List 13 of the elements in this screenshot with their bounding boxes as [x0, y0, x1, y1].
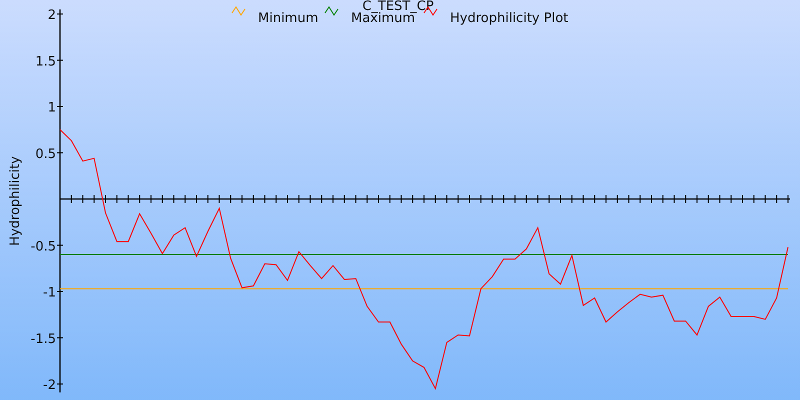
tick-label: -1	[43, 286, 56, 300]
chart-title: C_TEST_CP	[362, 0, 434, 14]
legend-label: Maximum	[351, 11, 416, 26]
tick-label: 0.5	[35, 146, 56, 162]
tick-label: -2	[43, 378, 56, 393]
tick-label: 1	[48, 100, 56, 116]
tick-label: 2	[48, 8, 56, 23]
axis-label: Hydrophilicity	[8, 156, 23, 246]
tick-label: -1.5	[30, 332, 56, 347]
legend-label: Hydrophilicity Plot	[450, 11, 568, 26]
tick-label: -0.5	[30, 239, 56, 254]
tick-label: 1.5	[35, 54, 56, 70]
legend-label: Minimum	[258, 11, 318, 26]
